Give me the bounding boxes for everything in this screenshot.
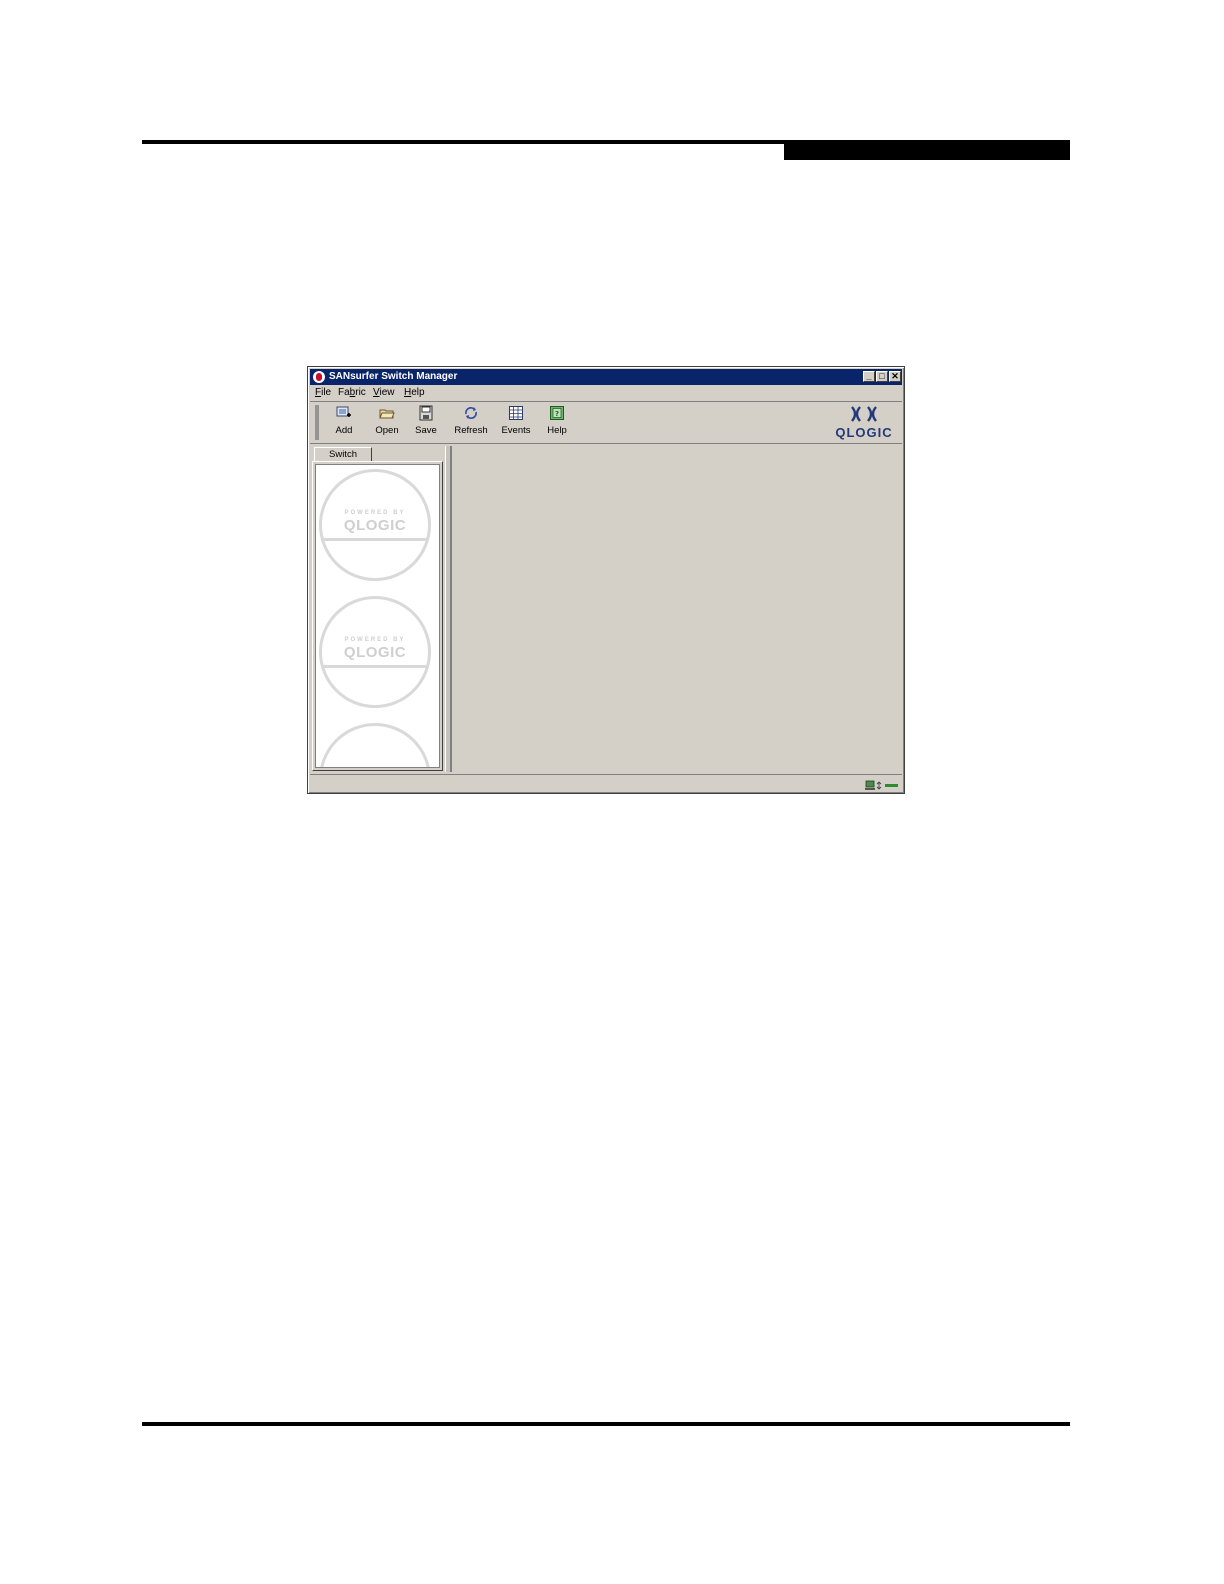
- app-window: SANsurfer Switch Manager _ □ ✕ File Fabr…: [307, 366, 905, 794]
- network-connection-icon: [865, 778, 899, 790]
- toolbar-grip[interactable]: [315, 405, 319, 440]
- switch-panel: Switch POWERED BY QLOGIC POWERED BY QLOG…: [312, 446, 443, 772]
- save-disk-icon: [418, 405, 434, 421]
- badge-divider: [322, 665, 428, 668]
- open-folder-icon: [379, 405, 395, 421]
- events-button-label: Events: [501, 425, 531, 436]
- close-button[interactable]: ✕: [889, 371, 901, 382]
- toolbar: Add Open Save Refresh Events ? Help QLOG…: [310, 401, 902, 444]
- badge-powered-by-text: POWERED BY: [344, 510, 406, 516]
- main-content-area: [451, 446, 902, 772]
- menu-fabric-label-pre: Fa: [338, 387, 350, 398]
- refresh-button[interactable]: Refresh: [451, 405, 491, 441]
- badge-powered-by-text: POWERED BY: [344, 637, 406, 643]
- qlogic-logo: QLOGIC: [834, 405, 894, 441]
- menu-bar: File Fabric View Help: [310, 386, 902, 401]
- menu-help[interactable]: Help: [404, 387, 425, 398]
- window-title: SANsurfer Switch Manager: [329, 371, 458, 382]
- save-button[interactable]: Save: [406, 405, 446, 441]
- switch-list[interactable]: POWERED BY QLOGIC POWERED BY QLOGIC: [315, 464, 440, 768]
- minimize-button[interactable]: _: [863, 371, 875, 382]
- open-button-label: Open: [375, 425, 399, 436]
- open-button[interactable]: Open: [367, 405, 407, 441]
- sansurfer-app-icon: [313, 371, 325, 383]
- help-book-icon: ?: [549, 405, 565, 421]
- switch-tab-panel: POWERED BY QLOGIC POWERED BY QLOGIC: [312, 461, 443, 771]
- save-button-label: Save: [415, 425, 437, 436]
- badge-brand-text: QLOGIC: [343, 517, 407, 534]
- powered-by-qlogic-badge: POWERED BY QLOGIC: [319, 469, 431, 581]
- title-bar[interactable]: SANsurfer Switch Manager _ □ ✕: [310, 369, 902, 385]
- help-button-label: Help: [547, 425, 567, 436]
- events-button[interactable]: Events: [496, 405, 536, 441]
- maximize-button[interactable]: □: [876, 371, 888, 382]
- tab-switch[interactable]: Switch: [314, 447, 372, 462]
- add-button[interactable]: Add: [324, 405, 364, 441]
- menu-file-label: ile: [321, 387, 332, 398]
- svg-text:?: ?: [555, 410, 559, 418]
- menu-help-label: elp: [411, 387, 425, 398]
- menu-view-label: iew: [379, 387, 395, 398]
- page-header-block: [784, 140, 1070, 160]
- status-bar: [310, 774, 902, 791]
- badge-brand-text: QLOGIC: [343, 644, 407, 661]
- add-switch-icon: [336, 405, 352, 421]
- events-grid-icon: [508, 405, 524, 421]
- help-button[interactable]: ? Help: [537, 405, 577, 441]
- qlogic-logo-mark-icon: [834, 405, 894, 426]
- qlogic-logo-word: QLOGIC: [835, 425, 893, 440]
- menu-file[interactable]: File: [315, 387, 331, 398]
- badge-divider: [322, 538, 428, 541]
- powered-by-qlogic-badge: POWERED BY QLOGIC: [319, 596, 431, 708]
- refresh-button-label: Refresh: [454, 425, 488, 436]
- menu-fabric-label: ric: [355, 387, 366, 398]
- menu-fabric[interactable]: Fabric: [338, 387, 366, 398]
- menu-view[interactable]: View: [373, 387, 395, 398]
- page-footer-rule: [142, 1422, 1070, 1426]
- add-button-label: Add: [335, 425, 353, 436]
- refresh-icon: [463, 405, 479, 421]
- powered-by-qlogic-badge: [319, 723, 431, 767]
